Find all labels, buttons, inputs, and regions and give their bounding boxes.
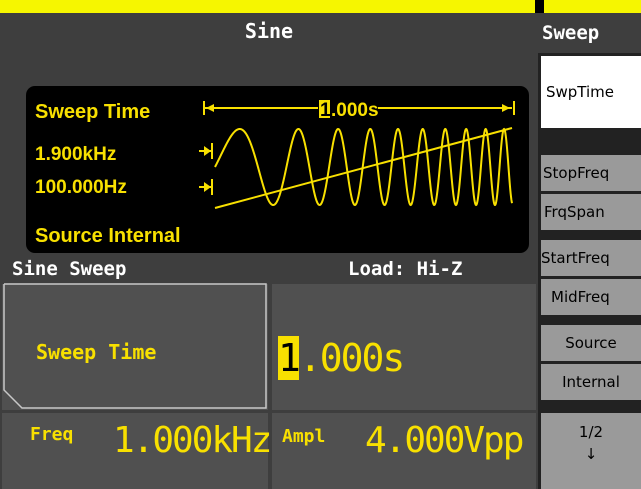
softkey-startfreq[interactable]: StartFreq	[541, 240, 641, 276]
freq-value: 1.000kHz	[113, 420, 272, 461]
parameter-cursor-digit[interactable]: 1	[278, 336, 301, 380]
softkey-source-value[interactable]: Internal	[541, 364, 641, 400]
menu-title: Sweep	[538, 13, 641, 53]
ampl-value: 4.000Vpp	[365, 420, 524, 461]
softkey-frqspan[interactable]: FrqSpan	[541, 194, 641, 230]
stop-freq-marker-icon	[204, 146, 211, 156]
softkey-page[interactable]: 1/2 ↓	[541, 413, 641, 489]
softkey-midfreq[interactable]: MidFreq	[541, 279, 641, 315]
softkey-source[interactable]: Source	[541, 325, 641, 361]
page-indicator: 1/2	[578, 423, 604, 441]
parameter-value[interactable]: 1.000s	[278, 333, 405, 383]
time-span-right-arrow-icon	[502, 104, 510, 112]
freq-label: Freq	[30, 424, 74, 445]
softkey-stopfreq[interactable]: StopFreq	[541, 155, 641, 191]
parameter-value-rest: .000s	[298, 336, 405, 380]
start-freq-marker-icon	[204, 182, 211, 192]
time-span-left-arrow-icon	[206, 104, 214, 112]
ampl-label: Ampl	[282, 426, 326, 447]
parameter-label: Sweep Time	[36, 340, 157, 364]
sweep-time-value: .000s	[331, 100, 379, 121]
time-cursor-digit: 1	[320, 100, 331, 121]
load-status: Load: Hi-Z	[348, 258, 463, 280]
softkey-swptime[interactable]: SwpTime	[541, 56, 641, 128]
page-down-icon: ↓	[584, 445, 598, 463]
